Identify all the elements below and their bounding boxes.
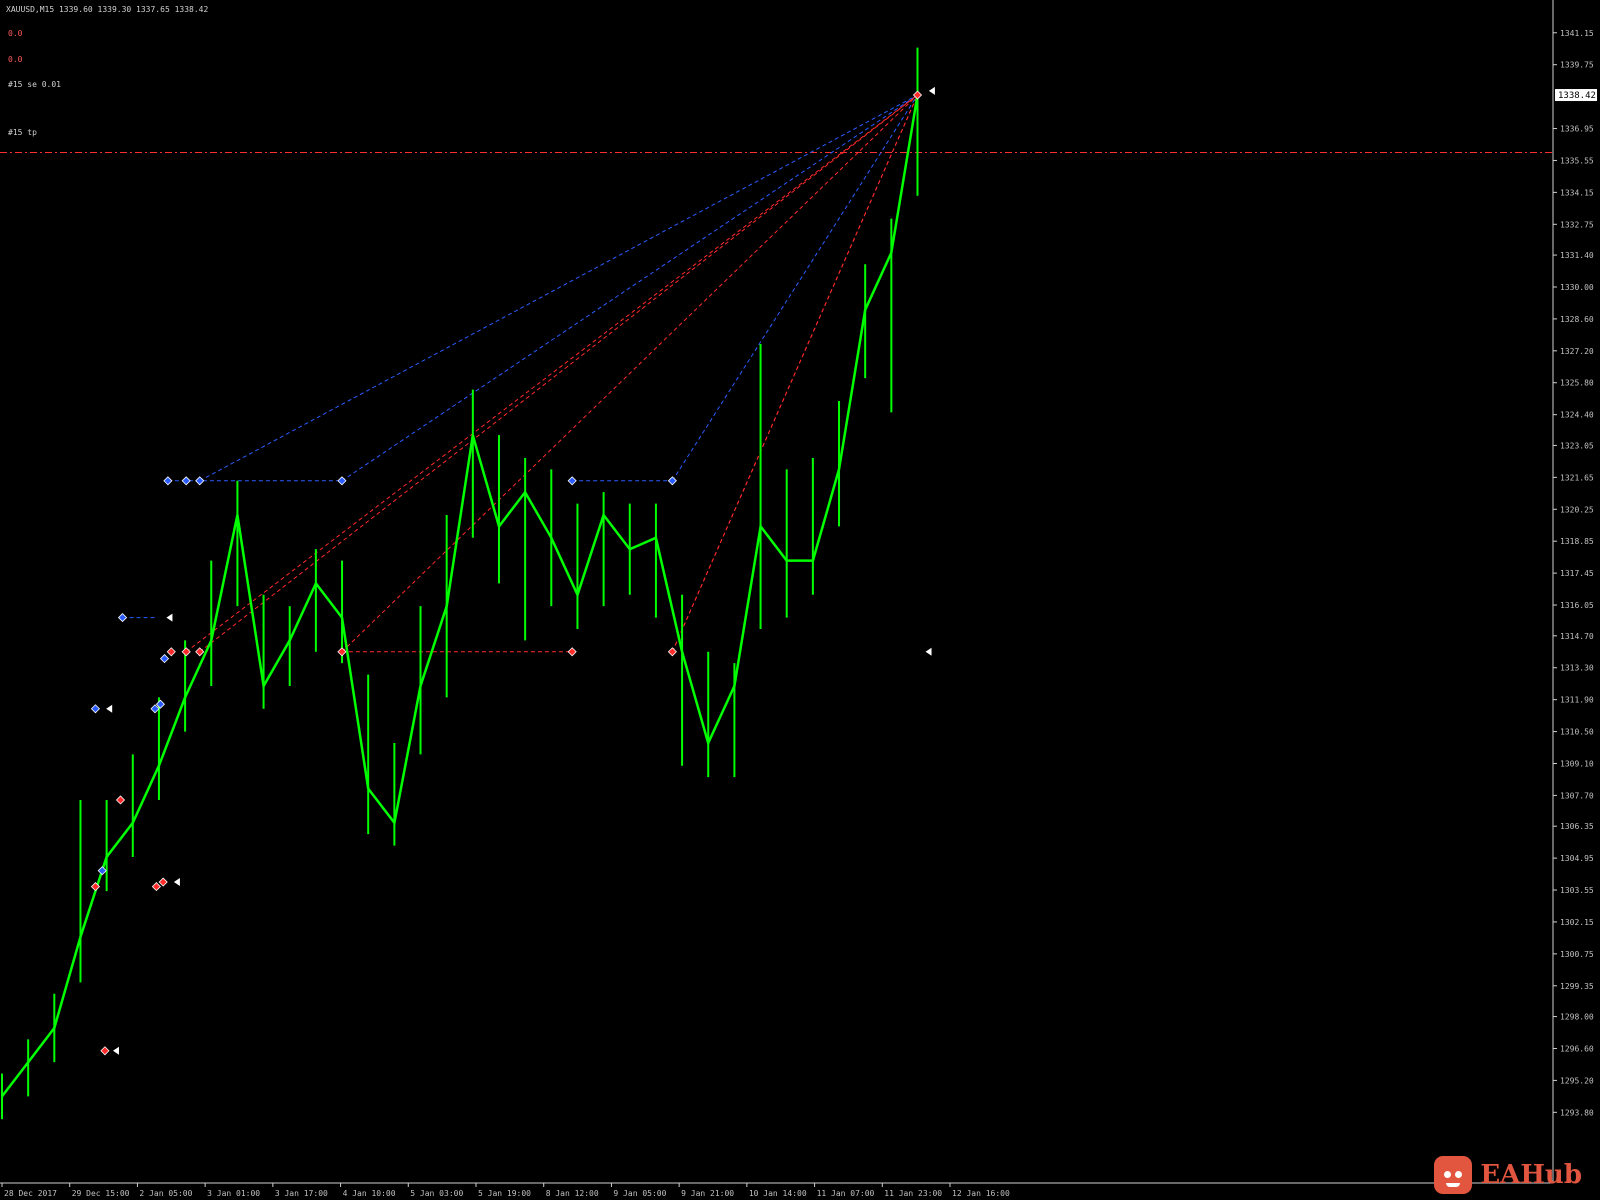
y-tick-label: 1300.75 bbox=[1560, 950, 1594, 959]
x-tick-label: 3 Jan 17:00 bbox=[275, 1189, 328, 1198]
y-tick-label: 1309.10 bbox=[1560, 759, 1594, 768]
y-tick-label: 1320.25 bbox=[1560, 505, 1594, 514]
x-tick-label: 5 Jan 19:00 bbox=[478, 1189, 531, 1198]
indicator-value-2: 0.0 bbox=[8, 55, 23, 64]
y-tick-label: 1296.60 bbox=[1560, 1044, 1594, 1053]
y-tick-label: 1317.45 bbox=[1560, 569, 1594, 578]
watermark-text: EAHub bbox=[1480, 1160, 1582, 1190]
y-tick-label: 1304.95 bbox=[1560, 854, 1594, 863]
y-tick-label: 1324.40 bbox=[1560, 411, 1594, 420]
y-tick-label: 1339.75 bbox=[1560, 61, 1594, 70]
y-tick-label: 1293.80 bbox=[1560, 1108, 1594, 1117]
y-tick-label: 1316.05 bbox=[1560, 601, 1594, 610]
price-axis: 1341.15 1339.75 1336.95 1335.55 1334.15 1332.… bbox=[1553, 29, 1594, 1117]
price-chart[interactable]: 1341.15 1339.75 1336.95 1335.55 1334.15 1332.… bbox=[0, 0, 1600, 1200]
watermark: EAHub bbox=[1434, 1156, 1582, 1194]
y-tick-label: 1328.60 bbox=[1560, 315, 1594, 324]
y-tick-label: 1332.75 bbox=[1560, 220, 1594, 229]
x-tick-label: 5 Jan 03:00 bbox=[410, 1189, 463, 1198]
x-tick-label: 11 Jan 23:00 bbox=[884, 1189, 942, 1198]
chart-background bbox=[0, 0, 1600, 1200]
symbol-header: XAUUSD,M15 1339.60 1339.30 1337.65 1338.… bbox=[6, 5, 208, 14]
x-tick-label: 9 Jan 21:00 bbox=[681, 1189, 734, 1198]
y-tick-label: 1313.30 bbox=[1560, 664, 1594, 673]
y-tick-label: 1307.70 bbox=[1560, 791, 1594, 800]
y-tick-label: 1314.70 bbox=[1560, 632, 1594, 641]
y-tick-label: 1336.95 bbox=[1560, 125, 1594, 134]
y-tick-label: 1327.20 bbox=[1560, 347, 1594, 356]
y-tick-label: 1325.80 bbox=[1560, 379, 1594, 388]
order-label-sell[interactable]: #15 se 0.01 bbox=[8, 80, 61, 89]
y-tick-label: 1302.15 bbox=[1560, 918, 1594, 927]
x-tick-label: 28 Dec 2017 bbox=[4, 1189, 57, 1198]
x-tick-label: 3 Jan 01:00 bbox=[207, 1189, 260, 1198]
y-tick-label: 1299.35 bbox=[1560, 982, 1594, 991]
svg-text:1338.42: 1338.42 bbox=[1558, 91, 1596, 101]
y-tick-label: 1318.85 bbox=[1560, 537, 1594, 546]
y-tick-label: 1331.40 bbox=[1560, 251, 1594, 260]
x-tick-label: 2 Jan 05:00 bbox=[139, 1189, 192, 1198]
x-tick-label: 4 Jan 10:00 bbox=[343, 1189, 396, 1198]
order-label-tp[interactable]: #15 tp bbox=[8, 128, 37, 137]
robot-face-icon bbox=[1434, 1156, 1473, 1194]
x-tick-label: 12 Jan 16:00 bbox=[952, 1189, 1010, 1198]
y-tick-label: 1323.05 bbox=[1560, 441, 1594, 450]
y-tick-label: 1303.55 bbox=[1560, 886, 1594, 895]
x-tick-label: 8 Jan 12:00 bbox=[546, 1189, 599, 1198]
y-tick-label: 1311.90 bbox=[1560, 696, 1594, 705]
y-tick-label: 1310.50 bbox=[1560, 728, 1594, 737]
y-tick-label: 1306.35 bbox=[1560, 822, 1594, 831]
y-tick-label: 1321.65 bbox=[1560, 473, 1594, 482]
y-tick-label: 1330.00 bbox=[1560, 283, 1594, 292]
y-tick-label: 1335.55 bbox=[1560, 156, 1594, 165]
current-price-tag: 1338.42 bbox=[1555, 89, 1597, 102]
x-tick-label: 11 Jan 07:00 bbox=[817, 1189, 875, 1198]
y-tick-label: 1341.15 bbox=[1560, 29, 1594, 38]
y-tick-label: 1298.00 bbox=[1560, 1013, 1594, 1022]
indicator-value-1: 0.0 bbox=[8, 29, 23, 38]
y-tick-label: 1334.15 bbox=[1560, 188, 1594, 197]
x-tick-label: 10 Jan 14:00 bbox=[749, 1189, 807, 1198]
x-tick-label: 9 Jan 05:00 bbox=[613, 1189, 666, 1198]
x-tick-label: 29 Dec 15:00 bbox=[72, 1189, 130, 1198]
y-tick-label: 1295.20 bbox=[1560, 1076, 1594, 1085]
